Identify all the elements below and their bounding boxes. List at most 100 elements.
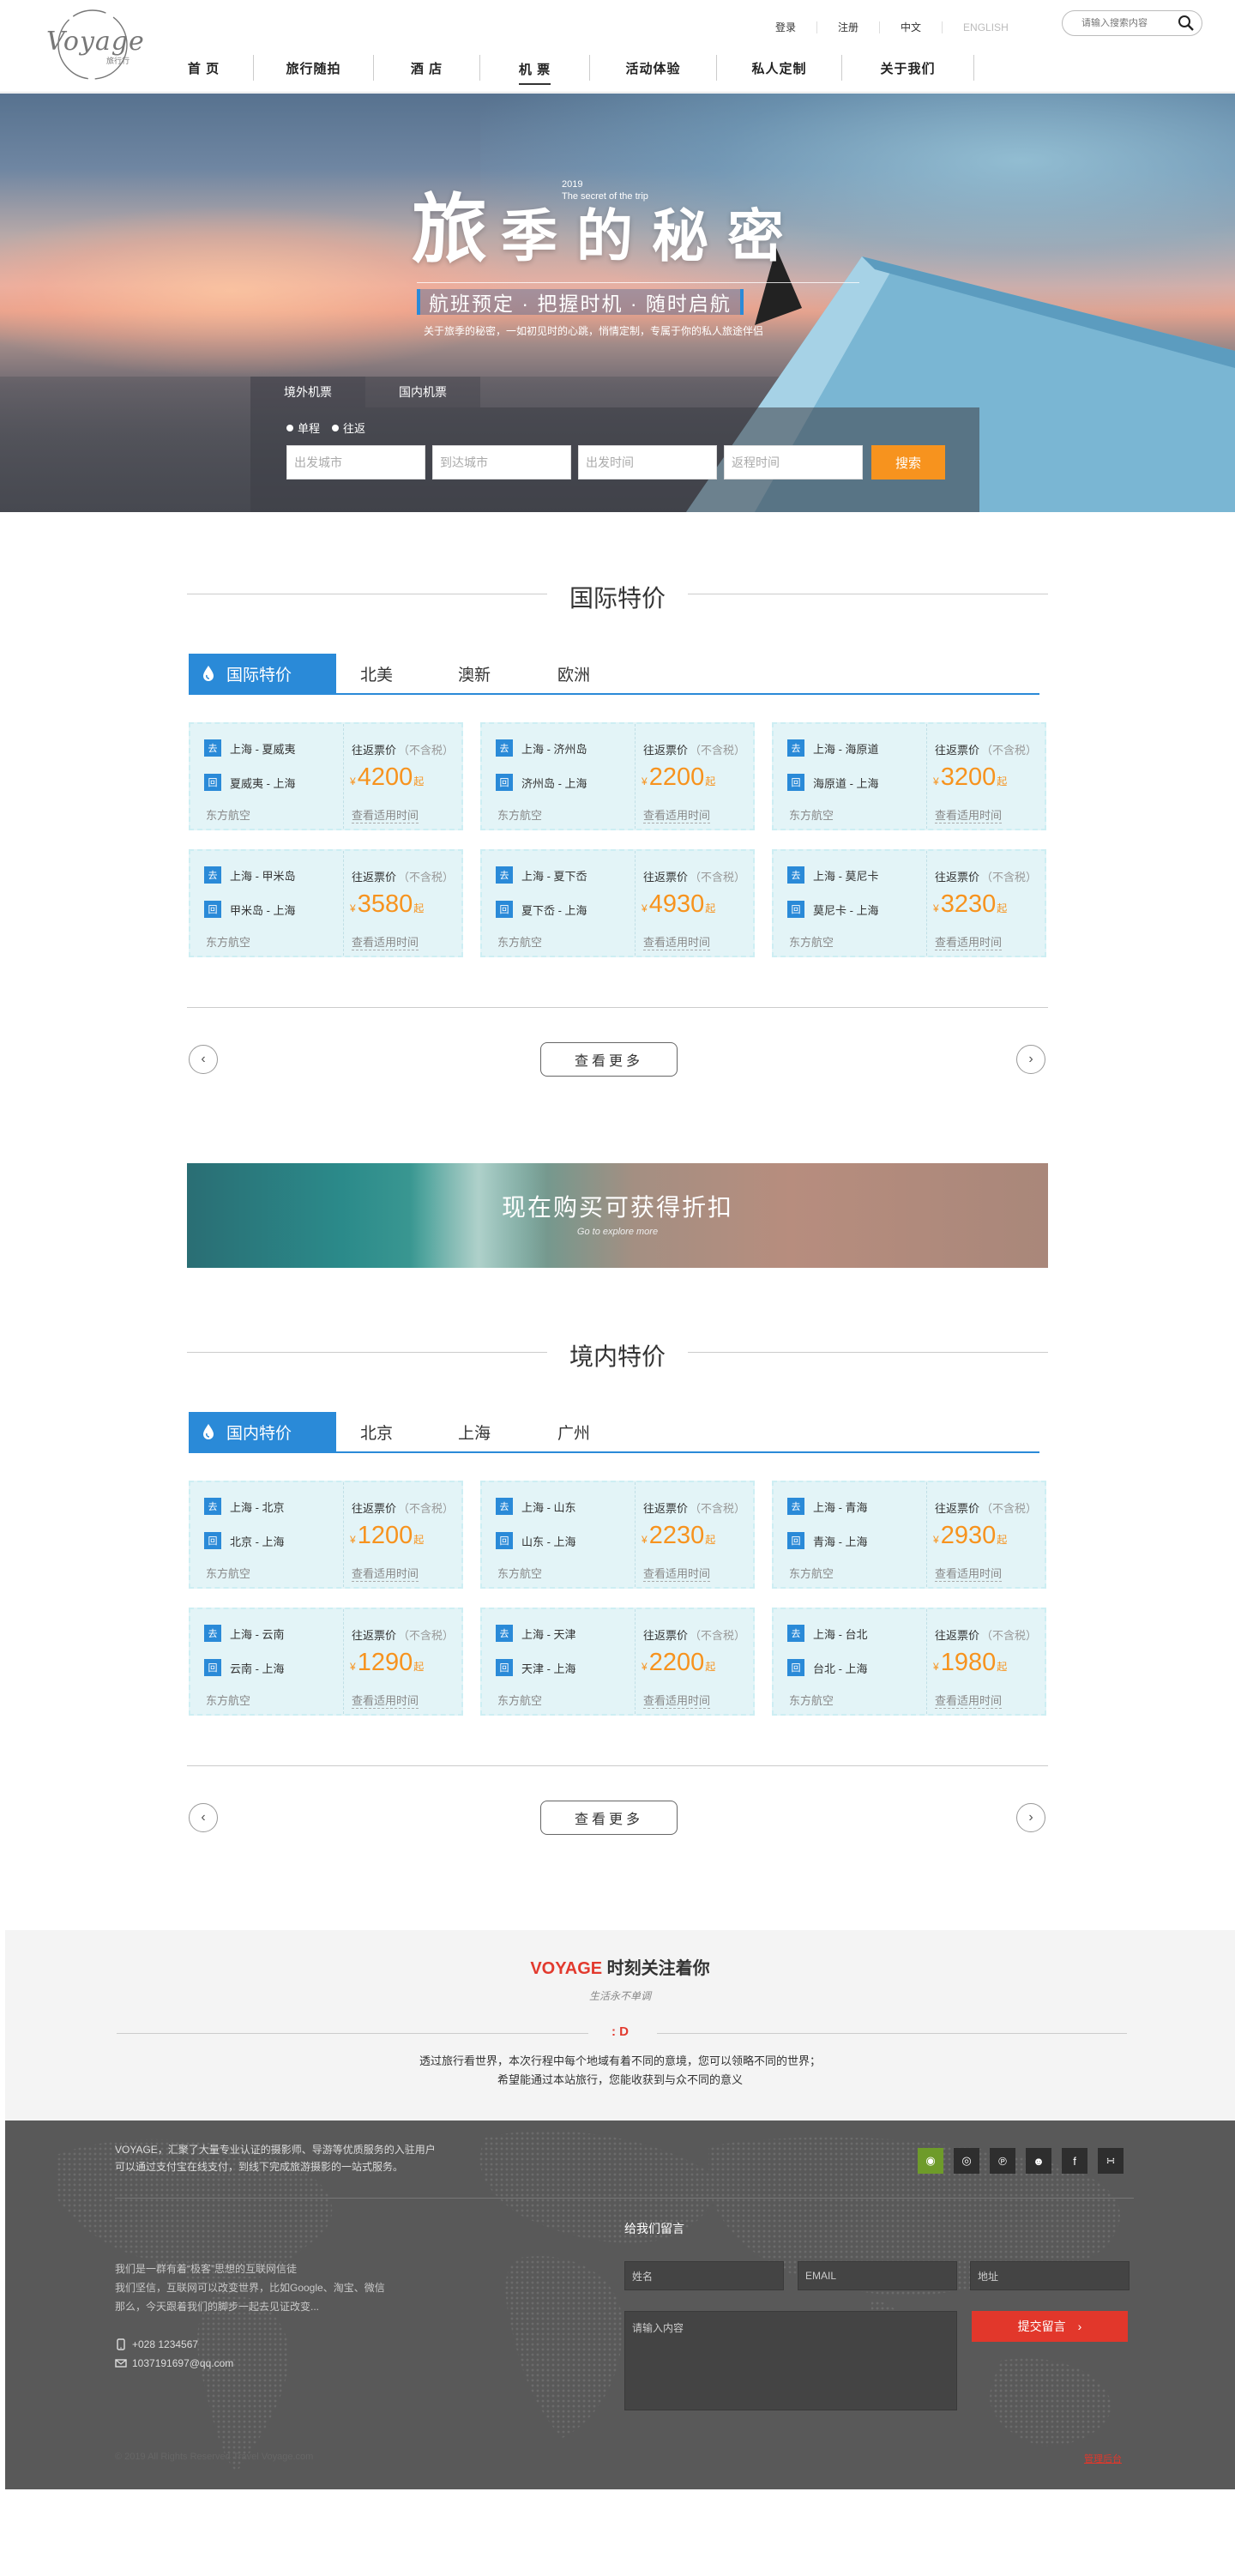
qq-icon[interactable]: ☻ bbox=[1026, 2148, 1051, 2174]
rss-icon[interactable]: ∺ bbox=[1098, 2148, 1124, 2174]
deal-card[interactable]: 去上海 - 北京 回北京 - 上海 东方航空 往返票价 （不含税） ¥1200起 … bbox=[189, 1481, 463, 1589]
departure-city-input[interactable]: 出发城市 bbox=[286, 445, 425, 480]
chinese-link[interactable]: 中文 bbox=[880, 21, 943, 33]
return-route: 回台北 - 上海 bbox=[787, 1659, 868, 1676]
weibo-icon[interactable]: ◉ bbox=[918, 2148, 943, 2174]
go-badge: 去 bbox=[204, 1498, 221, 1515]
tab-international-deals[interactable]: 国际特价 bbox=[189, 654, 336, 693]
check-dates-link[interactable]: 查看适用时间 bbox=[935, 1565, 1003, 1582]
deal-card[interactable]: 去上海 - 夏下岙 回夏下岙 - 上海 东方航空 往返票价 （不含税） ¥4930… bbox=[480, 849, 755, 957]
search-input[interactable] bbox=[1081, 18, 1176, 28]
deal-card[interactable]: 去上海 - 海原道 回海原道 - 上海 东方航空 往返票价 （不含税） ¥3200… bbox=[772, 722, 1046, 830]
voyage-logo[interactable]: Voyage 旅行行 bbox=[39, 5, 146, 84]
departure-date-input[interactable]: 出发时间 bbox=[578, 445, 717, 480]
check-dates-link[interactable]: 查看适用时间 bbox=[643, 933, 711, 950]
nav-activities[interactable]: 活动体验 bbox=[590, 55, 717, 81]
wechat-icon[interactable]: ◎ bbox=[954, 2148, 979, 2174]
admin-link[interactable]: 管理后台 bbox=[1084, 2452, 1122, 2465]
name-field[interactable]: 姓名 bbox=[624, 2261, 784, 2290]
deal-card[interactable]: 去上海 - 济州岛 回济州岛 - 上海 东方航空 往返票价 （不含税） ¥2200… bbox=[480, 722, 755, 830]
return-route: 回济州岛 - 上海 bbox=[496, 774, 587, 791]
price: ¥4200起 bbox=[350, 763, 425, 791]
outbound-route: 去上海 - 莫尼卡 bbox=[787, 866, 879, 884]
deal-card[interactable]: 去上海 - 莫尼卡 回莫尼卡 - 上海 东方航空 往返票价 （不含税） ¥3230… bbox=[772, 849, 1046, 957]
check-dates-link[interactable]: 查看适用时间 bbox=[352, 933, 419, 950]
deal-card[interactable]: 去上海 - 云南 回云南 - 上海 东方航空 往返票价 （不含税） ¥1290起 … bbox=[189, 1608, 463, 1716]
check-dates-link[interactable]: 查看适用时间 bbox=[352, 1565, 419, 1582]
nav-photo[interactable]: 旅行随拍 bbox=[254, 55, 374, 81]
facebook-icon[interactable]: f bbox=[1062, 2148, 1087, 2174]
domestic-cards: 去上海 - 北京 回北京 - 上海 东方航空 往返票价 （不含税） ¥1200起 … bbox=[189, 1481, 1046, 1717]
airline-name: 东方航空 bbox=[206, 936, 251, 949]
go-badge: 去 bbox=[787, 739, 804, 757]
register-link[interactable]: 注册 bbox=[817, 21, 881, 33]
check-dates-link[interactable]: 查看适用时间 bbox=[352, 1692, 419, 1709]
flight-search-button[interactable]: 搜索 bbox=[871, 445, 945, 480]
back-badge: 回 bbox=[787, 774, 804, 791]
email-field[interactable]: EMAIL bbox=[798, 2261, 957, 2290]
check-dates-link[interactable]: 查看适用时间 bbox=[935, 933, 1003, 950]
price-label: 往返票价 （不含税） bbox=[643, 1629, 746, 1642]
tab-beijing[interactable]: 北京 bbox=[360, 1412, 393, 1451]
check-dates-link[interactable]: 查看适用时间 bbox=[643, 806, 711, 823]
airline-name: 东方航空 bbox=[497, 809, 543, 822]
tab-europe[interactable]: 欧洲 bbox=[557, 654, 590, 693]
search-icon[interactable] bbox=[1178, 15, 1195, 32]
mail-icon bbox=[115, 2359, 127, 2368]
radio-round-trip[interactable]: 往返 bbox=[332, 419, 365, 436]
airline-name: 东方航空 bbox=[789, 1694, 834, 1707]
view-more-button[interactable]: 查看更多 bbox=[540, 1042, 678, 1077]
follow-subtitle: 生活永不单调 bbox=[588, 1990, 651, 2002]
tab-domestic-flights[interactable]: 国内机票 bbox=[365, 377, 480, 407]
pinterest-icon[interactable]: ℗ bbox=[990, 2148, 1015, 2174]
deal-card[interactable]: 去上海 - 山东 回山东 - 上海 东方航空 往返票价 （不含税） ¥2230起 … bbox=[480, 1481, 755, 1589]
next-arrow-icon[interactable]: › bbox=[1016, 1045, 1045, 1074]
airline-name: 东方航空 bbox=[789, 1567, 834, 1580]
next-arrow-icon[interactable]: › bbox=[1016, 1803, 1045, 1832]
prev-arrow-icon[interactable]: ‹ bbox=[189, 1803, 218, 1832]
return-route: 回夏威夷 - 上海 bbox=[204, 774, 296, 791]
airline-name: 东方航空 bbox=[497, 1567, 543, 1580]
check-dates-link[interactable]: 查看适用时间 bbox=[643, 1692, 711, 1709]
return-date-input[interactable]: 返程时间 bbox=[724, 445, 863, 480]
discount-banner[interactable]: 现在购买可获得折扣 Go to explore more bbox=[187, 1163, 1048, 1268]
message-title: 给我们留言 bbox=[624, 2222, 684, 2235]
radio-one-way[interactable]: 单程 bbox=[286, 419, 320, 436]
english-link[interactable]: ENGLISH bbox=[943, 21, 1029, 33]
nav-hotel[interactable]: 酒 店 bbox=[374, 55, 480, 81]
tab-domestic-deals[interactable]: 国内特价 bbox=[189, 1412, 336, 1451]
hero-year: 2019 bbox=[562, 179, 583, 190]
nav-custom[interactable]: 私人定制 bbox=[717, 55, 842, 81]
deal-card[interactable]: 去上海 - 天津 回天津 - 上海 东方航空 往返票价 （不含税） ¥2200起 … bbox=[480, 1608, 755, 1716]
login-link[interactable]: 登录 bbox=[755, 21, 818, 33]
tab-shanghai[interactable]: 上海 bbox=[458, 1412, 491, 1451]
airline-name: 东方航空 bbox=[206, 809, 251, 822]
card-divider bbox=[343, 1482, 344, 1587]
tab-north-america[interactable]: 北美 bbox=[360, 654, 393, 693]
check-dates-link[interactable]: 查看适用时间 bbox=[935, 1692, 1003, 1709]
deal-card[interactable]: 去上海 - 台北 回台北 - 上海 东方航空 往返票价 （不含税） ¥1980起 … bbox=[772, 1608, 1046, 1716]
check-dates-link[interactable]: 查看适用时间 bbox=[643, 1565, 711, 1582]
tab-international-flights[interactable]: 境外机票 bbox=[250, 377, 365, 407]
tab-australia-nz[interactable]: 澳新 bbox=[458, 654, 491, 693]
deal-card[interactable]: 去上海 - 甲米岛 回甲米岛 - 上海 东方航空 往返票价 （不含税） ¥3580… bbox=[189, 849, 463, 957]
arrival-city-input[interactable]: 到达城市 bbox=[432, 445, 571, 480]
tab-guangzhou[interactable]: 广州 bbox=[557, 1412, 590, 1451]
price: ¥3580起 bbox=[350, 890, 425, 918]
deal-card[interactable]: 去上海 - 夏威夷 回夏威夷 - 上海 东方航空 往返票价 （不含税） ¥4200… bbox=[189, 722, 463, 830]
nav-about[interactable]: 关于我们 bbox=[842, 55, 974, 81]
radio-dot bbox=[332, 424, 340, 431]
address-field[interactable]: 地址 bbox=[970, 2261, 1130, 2290]
view-more-button[interactable]: 查看更多 bbox=[540, 1801, 678, 1835]
check-dates-link[interactable]: 查看适用时间 bbox=[352, 806, 419, 823]
return-route: 回北京 - 上海 bbox=[204, 1532, 285, 1549]
deal-card[interactable]: 去上海 - 青海 回青海 - 上海 东方航空 往返票价 （不含税） ¥2930起 … bbox=[772, 1481, 1046, 1589]
footer-phone: +028 1234567 bbox=[115, 2338, 198, 2350]
prev-arrow-icon[interactable]: ‹ bbox=[189, 1045, 218, 1074]
nav-flights[interactable]: 机 票 bbox=[480, 55, 590, 85]
message-textarea[interactable]: 请输入内容 bbox=[624, 2311, 957, 2410]
check-dates-link[interactable]: 查看适用时间 bbox=[935, 806, 1003, 823]
submit-message-button[interactable]: 提交留言 › bbox=[972, 2311, 1128, 2342]
nav-home[interactable]: 首 页 bbox=[154, 55, 254, 81]
outbound-route: 去上海 - 云南 bbox=[204, 1625, 285, 1642]
